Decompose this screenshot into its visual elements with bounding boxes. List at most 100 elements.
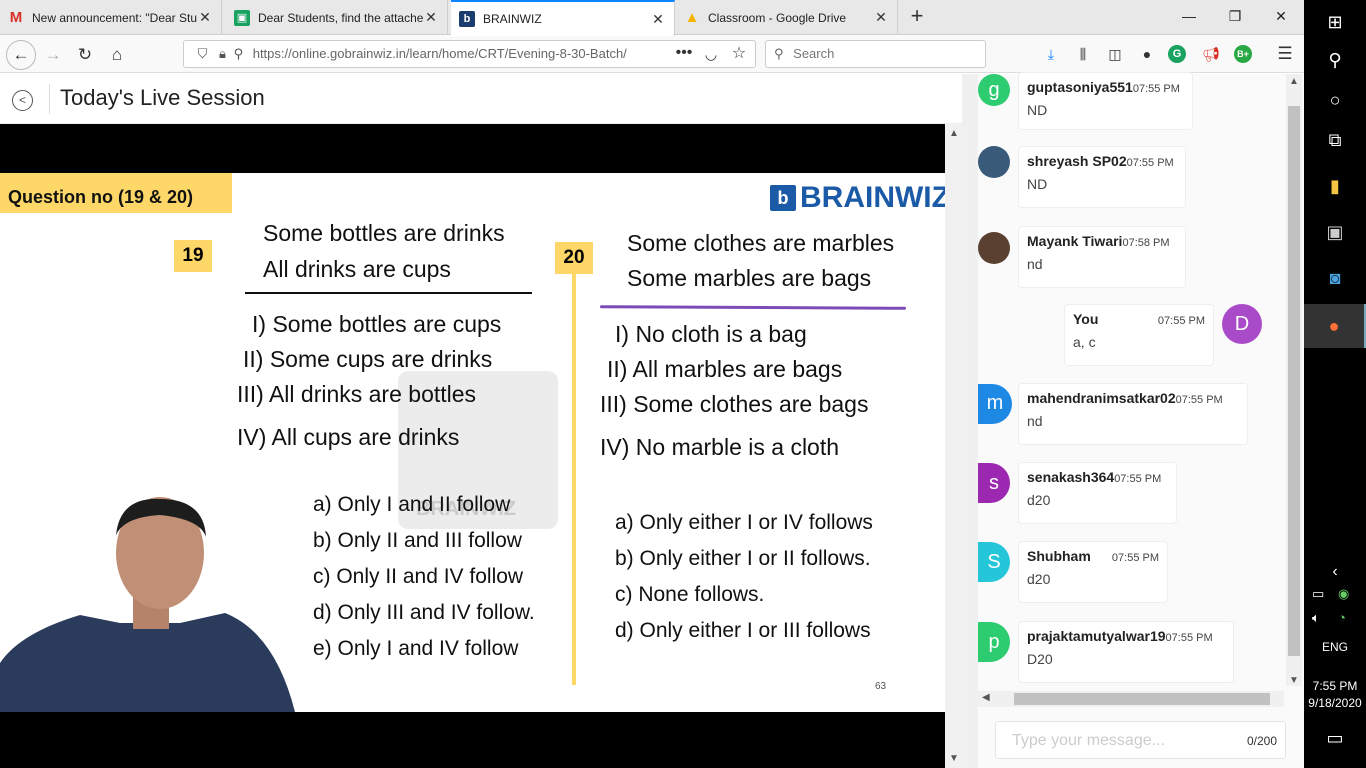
battery-icon[interactable]: ▭: [1312, 586, 1324, 602]
scroll-down-icon[interactable]: ▼: [949, 753, 959, 764]
permissions-icon[interactable]: ⚲: [234, 46, 244, 61]
tab-classroom[interactable]: ▣ Dear Students, find the attache ✕: [226, 0, 448, 35]
search-icon: ⚲: [774, 46, 784, 61]
q20-statement: Some clothes are marbles: [627, 230, 895, 256]
avatar: g: [978, 74, 1010, 106]
q19-conclusion: I) Some bottles are cups: [252, 311, 502, 337]
sidebar-icon[interactable]: ◫: [1104, 44, 1126, 64]
account-icon[interactable]: ●: [1136, 44, 1158, 64]
notification-icon[interactable]: ▭: [1304, 716, 1366, 760]
minimize-button[interactable]: —: [1166, 0, 1212, 32]
url-bar[interactable]: ⛉ 🔒︎ ⚲ https://online.gobrainwiz.in/lear…: [183, 40, 756, 68]
extension-badge-icon[interactable]: B+: [1234, 45, 1252, 63]
q19-option: d) Only III and IV follow.: [313, 601, 535, 624]
chat-text: nd: [1027, 413, 1043, 429]
chat-username: Shubham: [1027, 548, 1091, 564]
q20-option: c) None follows.: [615, 583, 765, 606]
firefox-icon[interactable]: ●: [1304, 304, 1366, 348]
download-icon[interactable]: ⤓: [1040, 44, 1062, 64]
question-separator: [572, 273, 576, 685]
bookmark-star-icon[interactable]: ☆: [728, 44, 750, 64]
tab-gmail[interactable]: M New announcement: "Dear Stu ✕: [0, 0, 222, 35]
tab-title: BRAINWIZ: [483, 12, 542, 26]
chat-hscrollbar[interactable]: ◀: [978, 691, 1284, 707]
q20-conclusion: III) Some clothes are bags: [600, 391, 869, 417]
reload-button[interactable]: ↻: [70, 40, 100, 70]
chat-splitter: [962, 74, 978, 768]
menu-icon[interactable]: ☰: [1274, 44, 1296, 64]
tab-drive[interactable]: ▲ Classroom - Google Drive ✕: [676, 0, 898, 35]
classroom-icon: ▣: [234, 9, 250, 26]
wifi-icon[interactable]: ◔: [1338, 610, 1346, 625]
question-number-20: 20: [555, 242, 593, 274]
volume-icon[interactable]: 🔈︎: [1312, 610, 1320, 626]
q20-option: b) Only either I or II follows.: [615, 547, 871, 570]
avatar: [978, 146, 1010, 178]
forward-button[interactable]: →: [38, 40, 68, 70]
q20-conclusion: IV) No marble is a cloth: [600, 434, 840, 460]
video-scrollbar[interactable]: ▲ ▼: [945, 124, 962, 768]
scroll-left-icon[interactable]: ◀: [982, 692, 990, 703]
tab-title: New announcement: "Dear Stu: [32, 10, 197, 25]
scroll-up-icon[interactable]: ▲: [1289, 76, 1299, 87]
chat-text: ND: [1027, 102, 1048, 118]
recorder-icon[interactable]: ▣: [1304, 210, 1366, 254]
task-view-icon[interactable]: ⧉: [1304, 118, 1366, 162]
restore-button[interactable]: ❐: [1212, 0, 1258, 32]
page-actions-icon[interactable]: •••: [672, 44, 696, 64]
chat-text: ND: [1027, 176, 1048, 192]
chat-username: Mayank Tiwari: [1027, 233, 1123, 249]
scroll-thumb[interactable]: [1288, 106, 1300, 656]
language-indicator[interactable]: ENG: [1304, 640, 1366, 654]
clock-date[interactable]: 9/18/2020: [1304, 696, 1366, 710]
shield-icon[interactable]: ⛉: [198, 46, 208, 61]
cortana-icon[interactable]: ○: [1304, 78, 1366, 122]
back-button[interactable]: ←: [6, 40, 36, 70]
chat-text: a, c: [1073, 334, 1096, 350]
clock-time[interactable]: 7:55 PM: [1304, 679, 1366, 693]
close-icon[interactable]: ✕: [873, 9, 889, 26]
chat-input-placeholder: Type your message...: [1012, 732, 1165, 749]
slide-logo: BRAINWIZ: [800, 181, 945, 214]
tab-brainwiz[interactable]: b BRAINWIZ ✕: [451, 0, 675, 36]
tab-strip: M New announcement: "Dear Stu ✕ ▣ Dear S…: [0, 0, 1304, 36]
slide-header: Question no (19 & 20): [0, 173, 232, 213]
camera-icon[interactable]: ◙: [1304, 256, 1366, 300]
close-icon[interactable]: ✕: [650, 11, 666, 28]
scroll-thumb[interactable]: [1014, 693, 1270, 705]
chat-message: prajaktamutyalwar1907:55 PM D20: [1018, 621, 1234, 683]
new-tab-button[interactable]: +: [905, 4, 929, 30]
presenter-video: [0, 493, 300, 712]
pocket-icon[interactable]: ◡: [700, 44, 722, 64]
chat-input[interactable]: Type your message... 0/200: [995, 721, 1286, 759]
chat-username: guptasoniya551: [1027, 79, 1133, 95]
q19-conclusion: IV) All cups are drinks: [237, 424, 460, 450]
q19-conclusion: II) Some cups are drinks: [243, 346, 493, 372]
q19-statement: Some bottles are drinks: [263, 220, 505, 246]
question-number-19: 19: [174, 240, 212, 272]
avatar: S: [978, 542, 1010, 582]
file-explorer-icon[interactable]: ▮: [1304, 164, 1366, 208]
chat-username: prajaktamutyalwar19: [1027, 628, 1166, 644]
chat-timestamp: 07:58 PM: [1122, 237, 1170, 249]
close-icon[interactable]: ✕: [197, 9, 213, 26]
search-input[interactable]: ⚲ Search: [765, 40, 986, 68]
q19-option: e) Only I and IV follow: [313, 637, 519, 660]
close-icon[interactable]: ✕: [423, 9, 439, 26]
home-button[interactable]: ⌂: [102, 40, 132, 70]
scroll-up-icon[interactable]: ▲: [949, 128, 959, 139]
grammarly-icon[interactable]: G: [1168, 45, 1186, 63]
close-window-button[interactable]: ✕: [1258, 0, 1304, 32]
lock-icon[interactable]: 🔒︎: [219, 46, 226, 61]
chat-username: senakash364: [1027, 469, 1115, 485]
chat-text: d20: [1027, 492, 1051, 508]
brainwiz-icon: b: [459, 11, 475, 27]
megaphone-icon[interactable]: 📢︎: [1200, 44, 1222, 64]
network-icon[interactable]: ◉: [1338, 586, 1349, 602]
chat-scrollbar[interactable]: ▲ ▼: [1286, 74, 1302, 686]
search-icon[interactable]: ⚲: [1304, 38, 1366, 82]
chat-text: d20: [1027, 571, 1051, 587]
scroll-down-icon[interactable]: ▼: [1289, 675, 1299, 686]
library-icon[interactable]: ⫼: [1072, 44, 1094, 64]
back-circle-icon[interactable]: <: [12, 90, 33, 111]
